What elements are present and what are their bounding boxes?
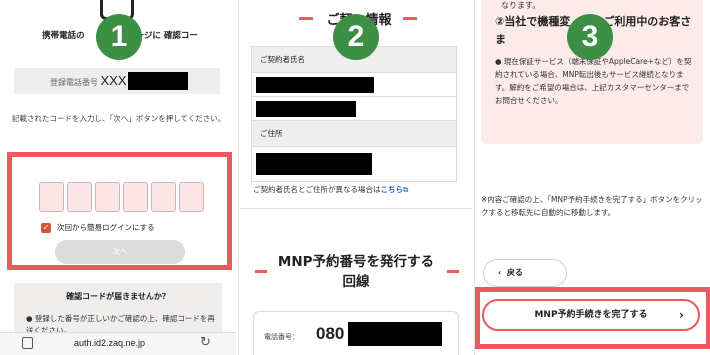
panel-mnp-confirm: なります。 ②当社で機種変 ご利用中のお客さま ● 現在保証サービス（端末保証や… [474, 0, 710, 355]
redaction-bar [128, 72, 188, 90]
url-text: auth.id2.zaq.ne.jp [74, 338, 146, 348]
mnp-issue-title: MNP予約番号を発行する 回線 [269, 252, 443, 292]
help-title: 確認コードが届きませんか？ [66, 292, 170, 301]
phone-number-box: 電話番号： 080 [253, 311, 459, 355]
step-badge-2: 2 [333, 14, 379, 60]
highlight-code-entry: ✓ 次回から簡易ログインにする 次へ [7, 152, 232, 270]
code-digit-input[interactable] [179, 182, 204, 212]
contractor-name-value [252, 97, 456, 121]
easy-login-checkbox[interactable]: ✓ [41, 223, 51, 233]
code-input-row [39, 182, 204, 212]
code-digit-input[interactable] [95, 182, 120, 212]
divider [239, 208, 472, 209]
title-dash [403, 17, 417, 20]
reader-icon[interactable] [22, 337, 33, 349]
phone-number-label: 電話番号： [264, 333, 299, 341]
complete-mnp-button[interactable]: MNP予約手続きを完了する › [482, 299, 700, 331]
address-note-text: ご契約者氏名とご住所が異なる場合は [253, 185, 381, 194]
title-dash [255, 270, 267, 273]
title-dash [447, 270, 459, 273]
address-change-link[interactable]: こちら [381, 185, 404, 194]
back-button[interactable]: ‹ 戻る [483, 259, 567, 287]
title-dash [299, 17, 313, 20]
instruction-text: 記載されたコードを入力し、「次へ」ボタンを押してください。 [12, 114, 226, 123]
redaction-bar [256, 77, 374, 93]
address-header: ご住所 [252, 121, 456, 147]
code-digit-input[interactable] [67, 182, 92, 212]
chevron-right-icon: › [679, 308, 684, 322]
address-note: ご契約者氏名とご住所が異なる場合はこちら⧉ [253, 184, 408, 195]
phone-number-prefix: XXX [100, 73, 127, 88]
panel-contract-info: ご契 情報 2 ご契約者氏名 ご住所 ご契約者氏名とご住所が異なる場合はこちら⧉… [238, 0, 472, 355]
step-badge-3: 3 [567, 14, 613, 60]
code-digit-input[interactable] [39, 182, 64, 212]
external-link-icon[interactable]: ⧉ [403, 185, 408, 194]
easy-login-label: 次回から簡易ログインにする [57, 223, 155, 232]
browser-url-bar[interactable]: auth.id2.zaq.ne.jp ↻ [0, 332, 236, 355]
code-digit-input[interactable] [123, 182, 148, 212]
redaction-bar [348, 322, 442, 346]
registered-phone-box: 登録電話番号 XXX [14, 68, 220, 94]
contractor-name-value [252, 73, 456, 97]
complete-mnp-button-label: MNP予約手続きを完了する [534, 310, 648, 320]
redaction-bar [256, 153, 372, 175]
contract-info-table: ご契約者氏名 ご住所 [251, 46, 457, 182]
mnp-issue-title-line1: MNP予約番号を発行する [277, 254, 435, 270]
phone-label: 登録電話番号 [50, 78, 98, 87]
back-button-label: 戻る [506, 268, 523, 277]
next-button[interactable]: 次へ [55, 240, 185, 264]
notice-body: ● 現在保証サービス（端末保証やAppleCare+など）を契約されている場合、… [495, 57, 692, 105]
mnp-issue-title-line2: 回線 [342, 274, 370, 290]
highlight-complete-button: MNP予約手続きを完了する › [475, 287, 710, 349]
phone-number-prefix: 080 [316, 324, 345, 343]
panel-verification: 1 携帯電話の ッセージに 確認コー しました 登録電話番号 XXX 記載された… [0, 0, 236, 355]
chevron-left-icon: ‹ [498, 268, 502, 277]
step-badge-1: 1 [96, 14, 142, 60]
notice-top-text: なります。 [501, 1, 541, 10]
code-digit-input[interactable] [151, 182, 176, 212]
confirm-note: ※内容ご確認の上、「MNP予約手続きを完了する」ボタンをクリックすると移転先に自… [481, 195, 703, 217]
address-value [252, 147, 456, 181]
reload-icon[interactable]: ↻ [200, 335, 211, 350]
redaction-bar [256, 101, 356, 117]
